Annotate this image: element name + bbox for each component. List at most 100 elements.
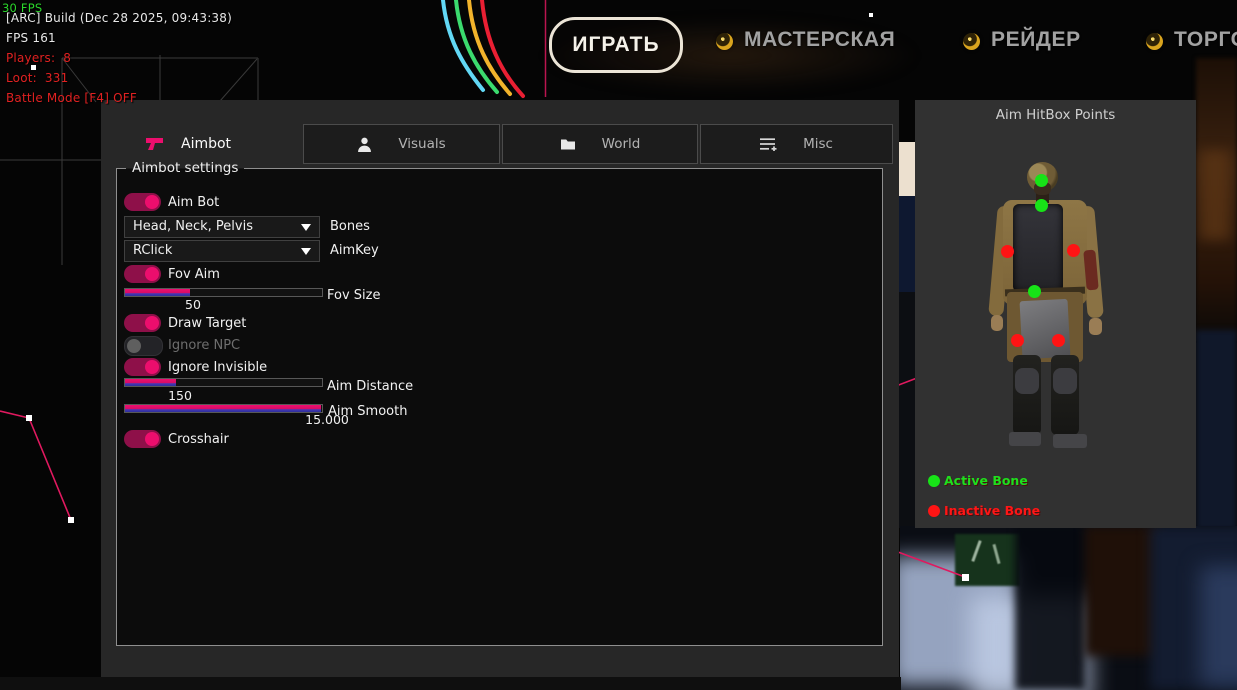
- aim-distance-value: 150: [168, 388, 192, 403]
- aim-bot-toggle[interactable]: [124, 193, 161, 211]
- hitbox-point-left-thigh[interactable]: [1011, 334, 1024, 347]
- toggle-knob: [145, 267, 159, 281]
- legend-inactive-label: Inactive Bone: [944, 503, 1040, 518]
- aim-smooth-label: Aim Smooth: [328, 404, 407, 419]
- ignore-invisible-toggle[interactable]: [124, 358, 161, 376]
- model-right-kneepad: [1053, 368, 1077, 394]
- fov-aim-label: Fov Aim: [168, 267, 220, 282]
- hitbox-panel-title: Aim HitBox Points: [915, 107, 1196, 123]
- coin-icon: [1146, 33, 1163, 50]
- group-title: Aimbot settings: [126, 160, 244, 176]
- play-button-label: ИГРАТЬ: [572, 33, 659, 57]
- loot-count-text: Loot: 331: [6, 71, 68, 85]
- toggle-knob: [145, 195, 159, 209]
- crosshair-toggle[interactable]: [124, 430, 161, 448]
- sign-mark: [971, 540, 981, 562]
- aimkey-label: AimKey: [330, 243, 379, 258]
- hitbox-point-head[interactable]: [1035, 174, 1048, 187]
- model-right-hand: [1089, 318, 1102, 335]
- fov-size-label: Fov Size: [327, 288, 380, 303]
- rust-wall: [1196, 58, 1237, 338]
- folder-icon: [560, 137, 576, 151]
- hitbox-point-pelvis[interactable]: [1028, 285, 1041, 298]
- toggle-knob: [145, 432, 159, 446]
- green-sign: [955, 534, 1020, 586]
- tab-label: World: [602, 136, 641, 152]
- tab-aimbot[interactable]: Aimbot: [108, 124, 302, 164]
- hitbox-point-left-shoulder[interactable]: [1001, 245, 1014, 258]
- pistol-icon: [145, 137, 164, 151]
- bottom-dark-strip: [0, 677, 901, 690]
- menu-item-torgo[interactable]: ТОРГО: [1174, 28, 1237, 52]
- blue-wall: [1196, 330, 1237, 530]
- legend-active-label: Active Bone: [944, 473, 1028, 488]
- hitbox-point-right-shoulder[interactable]: [1067, 244, 1080, 257]
- toggle-knob: [127, 339, 141, 353]
- fov-aim-toggle[interactable]: [124, 265, 161, 283]
- blue-wall-blob: [1150, 526, 1237, 690]
- players-count-text: Players: 8: [6, 51, 71, 65]
- build-info-text: [ARC] Build (Dec 28 2025, 09:43:38): [6, 11, 232, 25]
- tab-misc[interactable]: Misc: [700, 124, 893, 164]
- aim-distance-label: Aim Distance: [327, 379, 413, 394]
- aimkey-dropdown-value: RClick: [133, 243, 172, 258]
- model-right-leg: [1051, 355, 1079, 435]
- model-chest-vest: [1013, 204, 1063, 292]
- model-metal-plate: [1020, 299, 1071, 359]
- aim-smooth-slider[interactable]: [124, 404, 323, 413]
- person-icon: [357, 137, 372, 152]
- brown-column: [1085, 526, 1160, 656]
- sliders-icon: [760, 137, 777, 151]
- blue-light-blob: [1200, 566, 1237, 686]
- legend-inactive-dot: [928, 505, 940, 517]
- aim-bot-label: Aim Bot: [168, 195, 219, 210]
- hitbox-point-right-thigh[interactable]: [1052, 334, 1065, 347]
- sign-mark: [992, 544, 1000, 564]
- coin-icon: [716, 33, 733, 50]
- model-left-boot: [1009, 432, 1041, 446]
- model-left-hand: [991, 315, 1003, 331]
- chevron-down-icon: [301, 248, 311, 255]
- model-right-boot: [1053, 434, 1087, 448]
- window-light-blob: [900, 556, 1020, 686]
- screen: 30 FPS [ARC] Build (Dec 28 2025, 09:43:3…: [0, 0, 1237, 690]
- bones-dropdown[interactable]: Head, Neck, Pelvis: [124, 216, 320, 238]
- fov-size-value: 50: [185, 297, 201, 312]
- menu-item-raider[interactable]: РЕЙДЕР: [991, 28, 1081, 52]
- hitbox-point-neck[interactable]: [1035, 199, 1048, 212]
- tab-world[interactable]: World: [502, 124, 698, 164]
- dark-column: [1015, 526, 1085, 690]
- menu-item-masterskaya[interactable]: МАСТЕРСКАЯ: [744, 28, 895, 52]
- chevron-down-icon: [301, 224, 311, 231]
- rust-highlight: [1200, 150, 1230, 240]
- slider-fill: [125, 289, 190, 296]
- cheat-menu-panel: Aimbot Visuals World: [101, 100, 899, 677]
- draw-target-toggle[interactable]: [124, 314, 161, 332]
- crosshair-label: Crosshair: [168, 432, 229, 447]
- tab-label: Aimbot: [181, 136, 231, 152]
- legend-active-dot: [928, 475, 940, 487]
- ignore-npc-toggle[interactable]: [124, 336, 163, 356]
- fov-size-slider[interactable]: [124, 288, 323, 297]
- toggle-knob: [145, 360, 159, 374]
- draw-target-label: Draw Target: [168, 316, 246, 331]
- slider-fill: [125, 379, 176, 386]
- bones-dropdown-value: Head, Neck, Pelvis: [133, 219, 253, 234]
- model-left-leg: [1013, 355, 1041, 435]
- hitbox-preview-panel: Aim HitBox Points: [915, 100, 1196, 528]
- bones-label: Bones: [330, 219, 370, 234]
- ignore-invisible-label: Ignore Invisible: [168, 360, 267, 375]
- aimkey-dropdown[interactable]: RClick: [124, 240, 320, 262]
- slider-fill: [125, 405, 321, 412]
- coin-icon: [963, 33, 980, 50]
- tab-visuals[interactable]: Visuals: [303, 124, 500, 164]
- window-light-blob: [970, 596, 1090, 690]
- aim-distance-slider[interactable]: [124, 378, 323, 387]
- tab-label: Misc: [803, 136, 833, 152]
- ignore-npc-label: Ignore NPC: [168, 338, 240, 353]
- play-button[interactable]: ИГРАТЬ: [549, 17, 683, 73]
- battle-mode-text: Battle Mode [F4] OFF: [6, 91, 137, 105]
- tab-label: Visuals: [398, 136, 445, 152]
- rainbow-streak: [443, 0, 523, 96]
- model-left-kneepad: [1015, 368, 1039, 394]
